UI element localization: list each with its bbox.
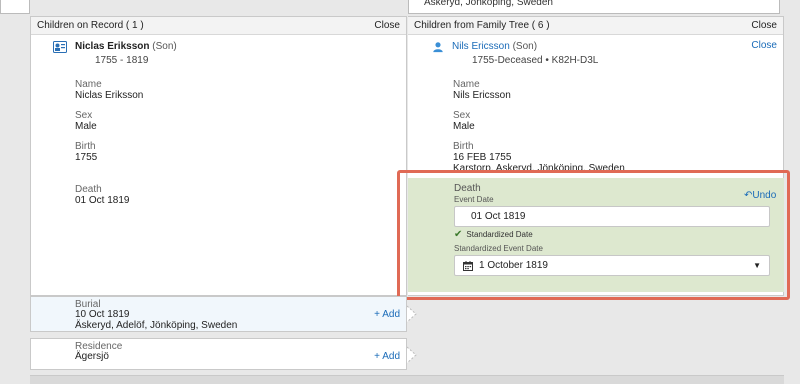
sex-label: Sex xyxy=(453,110,471,121)
sex-value: Male xyxy=(75,121,97,132)
name-value: Niclas Eriksson xyxy=(75,90,144,101)
next-section-fragment xyxy=(30,375,784,384)
record-card-icon xyxy=(53,41,67,53)
add-arrow-icon xyxy=(407,305,417,323)
person-name[interactable]: Niclas Eriksson xyxy=(75,41,149,52)
sex-value: Male xyxy=(453,121,475,132)
name-value: Nils Ericsson xyxy=(453,90,511,101)
previous-left-box xyxy=(0,0,30,14)
name-field: Name Nils Ericsson xyxy=(453,79,511,101)
panel-title: Children on Record ( 1 ) xyxy=(37,20,144,31)
residence-row: Residence Ägersjö + Add xyxy=(30,338,407,370)
highlight-outline xyxy=(397,170,790,300)
birth-value: 1755 xyxy=(75,152,98,163)
death-value: 01 Oct 1819 xyxy=(75,195,130,206)
person-summary: Nils Ericsson (Son) 1755-Deceased • K82H… xyxy=(432,41,598,66)
residence-place: Ägersjö xyxy=(75,351,109,362)
close-button[interactable]: Close xyxy=(374,20,400,31)
person-dates-id: 1755-Deceased • K82H-D3L xyxy=(472,55,599,66)
panel-header: Children from Family Tree ( 6 ) Close xyxy=(408,17,783,35)
burial-place: Äskeryd, Adelöf, Jönköping, Sweden xyxy=(75,320,238,331)
burial-row: Burial 10 Oct 1819 Äskeryd, Adelöf, Jönk… xyxy=(30,296,407,332)
person-relation: (Son) xyxy=(512,41,538,52)
name-field: Name Niclas Eriksson xyxy=(75,79,143,101)
panel-header: Children on Record ( 1 ) Close xyxy=(31,17,406,35)
name-label: Name xyxy=(75,79,102,90)
sex-label: Sex xyxy=(75,110,93,121)
close-link[interactable]: Close xyxy=(751,40,777,51)
death-field: Death 01 Oct 1819 xyxy=(75,184,129,206)
add-residence-button[interactable]: + Add xyxy=(374,351,400,362)
death-label: Death xyxy=(75,184,102,195)
add-arrow-icon xyxy=(407,346,417,364)
name-label: Name xyxy=(453,79,480,90)
person-relation: (Son) xyxy=(152,41,177,52)
previous-place-text: Äskeryd, Jönköping, Sweden xyxy=(424,0,553,8)
burial-date: 10 Oct 1819 xyxy=(75,309,130,320)
person-dates: 1755 - 1819 xyxy=(95,55,149,66)
person-name-link[interactable]: Nils Ericsson xyxy=(452,41,510,52)
previous-section-fragment: Äskeryd, Jönköping, Sweden xyxy=(0,0,800,16)
close-button[interactable]: Close xyxy=(751,20,777,31)
birth-date: 16 FEB 1755 xyxy=(453,152,512,163)
person-icon xyxy=(433,42,443,53)
add-burial-button[interactable]: + Add xyxy=(374,309,400,320)
children-on-record-panel: Children on Record ( 1 ) Close Niclas Er… xyxy=(30,16,407,296)
birth-label: Birth xyxy=(75,141,96,152)
birth-label: Birth xyxy=(453,141,474,152)
sex-field: Sex Male xyxy=(453,110,475,132)
sex-field: Sex Male xyxy=(75,110,97,132)
birth-field: Birth 1755 xyxy=(75,141,97,163)
person-summary: Niclas Eriksson (Son) 1755 - 1819 xyxy=(53,41,177,66)
panel-title: Children from Family Tree ( 6 ) xyxy=(414,20,550,31)
